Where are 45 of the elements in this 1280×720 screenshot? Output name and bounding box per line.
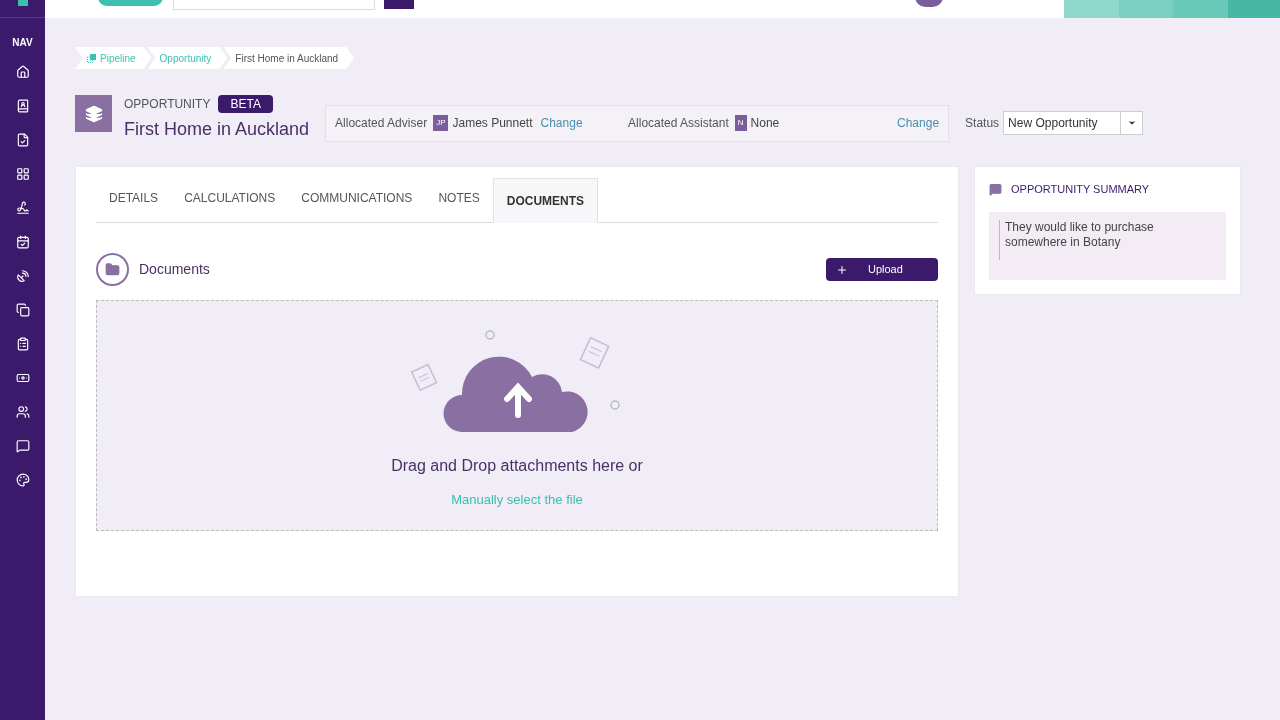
summary-title: OPPORTUNITY SUMMARY [1011,182,1150,197]
tab[interactable]: CALCULATIONS [171,178,289,223]
satellite-dish-icon[interactable] [15,269,30,283]
allocation-name: James Punnett [452,115,533,132]
drop-zone[interactable]: Drag and Drop attachments here or Manually select the file [96,300,938,531]
home-icon[interactable] [15,65,30,79]
banknote-icon[interactable] [15,371,30,385]
allocation-name: None [750,115,780,132]
initials-badge: JP [433,115,449,131]
allocation-label: Allocated Adviser [335,115,428,132]
caret-icon [1126,118,1137,128]
breadcrumb-link[interactable]: First Home in Auckland [223,47,355,69]
drop-instructions: Drag and Drop attachments here or [391,456,643,476]
copy-icon[interactable] [15,303,30,317]
clipboard-icon[interactable] [15,337,30,351]
upload-button[interactable]: Upload [826,258,938,281]
signature-icon[interactable] [15,201,30,215]
folder-icon [96,253,129,286]
file-check-icon[interactable] [15,133,30,147]
tab[interactable]: COMMUNICATIONS [288,178,426,223]
opportunity-icon [75,95,112,132]
palette-icon[interactable] [15,473,30,487]
users-icon[interactable] [15,405,30,419]
nav-label: NAV [12,36,33,50]
page-title: First Home in Auckland [124,118,310,141]
contact-book-icon[interactable] [15,99,30,113]
beta-badge: BETA [218,95,273,113]
plus-icon [836,263,848,276]
status-label: Status [965,115,1000,132]
status-dropdown[interactable]: New Opportunity [1003,111,1144,135]
summary-text: They would like to purchase somewhere in Botany [999,219,1214,260]
calendar-check-icon[interactable] [15,235,30,249]
initials-badge: N [734,115,747,131]
grid-icon[interactable] [15,167,30,181]
tab[interactable]: DOCUMENTS [492,178,599,223]
message-icon[interactable] [15,439,30,453]
tab[interactable]: DETAILS [96,178,172,223]
logo-icon [17,0,28,6]
search-field[interactable] [173,0,375,10]
section-title: Documents [139,260,210,279]
tab[interactable]: NOTES [425,178,493,223]
page-eyebrow: OPPORTUNITY [124,96,211,113]
allocation-label: Allocated Assistant [628,115,729,132]
speech-bubble-icon [989,182,1002,196]
pipeline-icon [87,53,96,63]
